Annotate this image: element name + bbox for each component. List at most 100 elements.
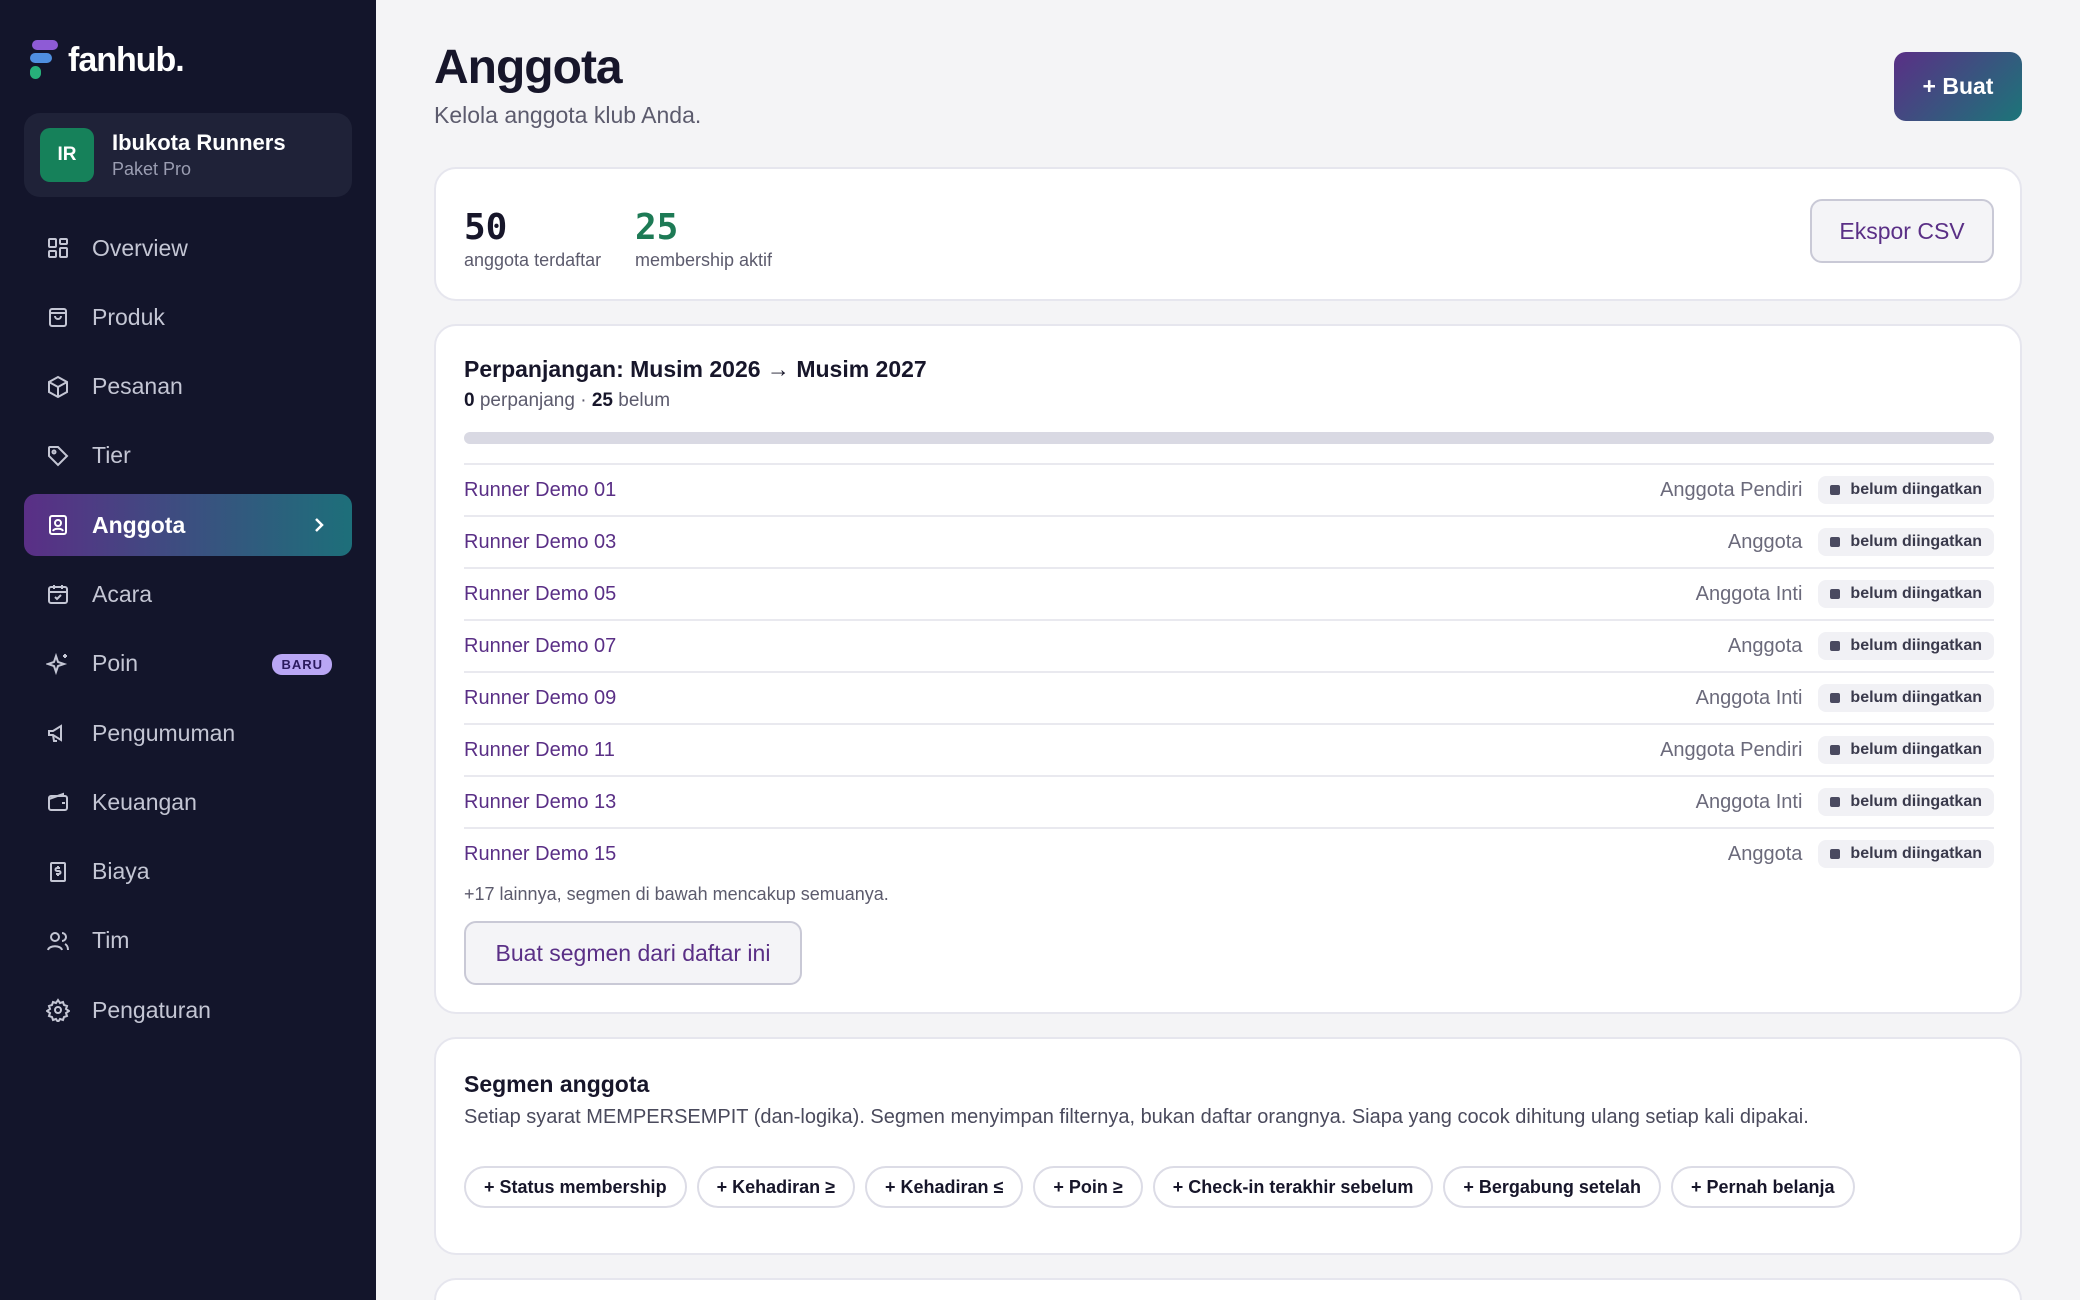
renewed-count: 0 xyxy=(464,390,475,411)
sidebar-item-pesanan[interactable]: Pesanan xyxy=(24,356,352,418)
member-name-link[interactable]: Runner Demo 05 xyxy=(464,583,616,606)
export-csv-button[interactable]: Ekspor CSV xyxy=(1810,199,1994,263)
sidebar-item-label: Acara xyxy=(92,580,153,607)
status-badge: belum diingatkan xyxy=(1818,580,1994,608)
status-dot-icon xyxy=(1830,589,1841,599)
sidebar-item-acara[interactable]: Acara xyxy=(24,563,352,625)
stat-active-label: membership aktif xyxy=(635,250,773,270)
sidebar-item-label: Poin xyxy=(92,650,139,677)
sidebar-item-label: Anggota xyxy=(92,511,186,538)
segments-title: Segmen anggota xyxy=(464,1071,650,1097)
sparkle-icon xyxy=(44,650,72,678)
sidebar-item-biaya[interactable]: Biaya xyxy=(24,841,352,903)
sidebar-item-label: Tim xyxy=(92,927,130,954)
sidebar-item-tier[interactable]: Tier xyxy=(24,425,352,487)
more-members-note: +17 lainnya, segmen di bawah mencakup se… xyxy=(464,884,889,904)
page-subtitle: Kelola anggota klub Anda. xyxy=(434,102,702,128)
page-title: Anggota xyxy=(434,41,623,94)
member-name-link[interactable]: Runner Demo 03 xyxy=(464,531,616,554)
member-name-link[interactable]: Runner Demo 07 xyxy=(464,635,616,658)
status-dot-icon xyxy=(1830,537,1841,547)
list-item: Runner Demo 11 Anggota Pendiri belum diin… xyxy=(464,723,1994,775)
club-name: Ibukota Runners xyxy=(112,130,286,155)
sidebar-item-keuangan[interactable]: Keuangan xyxy=(24,771,352,833)
sidebar-item-label: Pengumuman xyxy=(92,719,236,746)
status-badge: belum diingatkan xyxy=(1818,684,1994,712)
create-segment-button[interactable]: Buat segmen dari daftar ini xyxy=(464,921,802,985)
package-icon xyxy=(44,373,72,401)
renewal-card: Perpanjangan: Musim 2026 → Musim 2027 0 … xyxy=(434,324,2022,1014)
sidebar-item-label: Keuangan xyxy=(92,788,197,815)
sidebar-item-label: Tier xyxy=(92,442,131,469)
create-button[interactable]: + Buat xyxy=(1894,52,2022,121)
member-name-link[interactable]: Runner Demo 09 xyxy=(464,687,616,710)
list-item: Runner Demo 05 Anggota Inti belum diingat… xyxy=(464,567,1994,619)
sidebar-item-overview[interactable]: Overview xyxy=(24,217,352,279)
renewal-list: Runner Demo 01 Anggota Pendiri belum diin… xyxy=(464,463,1994,879)
member-tier: Anggota Pendiri xyxy=(1660,478,1803,501)
sidebar-item-anggota[interactable]: Anggota xyxy=(24,494,352,557)
member-name-link[interactable]: Runner Demo 15 xyxy=(464,843,616,866)
status-badge: belum diingatkan xyxy=(1818,788,1994,816)
brand-logo[interactable]: fanhub. xyxy=(28,38,185,82)
member-tier: Anggota xyxy=(1727,634,1803,657)
sidebar-nav: Overview Produk Pesanan Tier Anggota Aca… xyxy=(24,217,352,1049)
list-item: Runner Demo 15 Anggota belum diingatkan xyxy=(464,827,1994,879)
status-dot-icon xyxy=(1830,693,1841,703)
segments-description: Setiap syarat MEMPERSEMPIT (dan-logika).… xyxy=(464,1106,1809,1128)
receipt-icon xyxy=(44,858,72,886)
filter-chip-attendance-min[interactable]: + Kehadiran ≥ xyxy=(696,1166,855,1208)
brand-name: fanhub. xyxy=(68,40,185,79)
filter-chip-last-checkin[interactable]: + Check-in terakhir sebelum xyxy=(1152,1166,1434,1208)
stat-registered-label: anggota terdaftar xyxy=(464,250,602,270)
status-badge: belum diingatkan xyxy=(1818,632,1994,660)
member-name-link[interactable]: Runner Demo 01 xyxy=(464,479,616,502)
sidebar-item-label: Pesanan xyxy=(92,373,183,400)
club-plan: Paket Pro xyxy=(112,159,192,179)
status-text: belum diingatkan xyxy=(1850,741,1982,758)
pending-label: belum xyxy=(618,390,671,411)
filter-chip-status[interactable]: + Status membership xyxy=(464,1166,687,1208)
filter-chip-attendance-max[interactable]: + Kehadiran ≤ xyxy=(864,1166,1024,1208)
status-badge: belum diingatkan xyxy=(1818,736,1994,764)
sidebar-item-tim[interactable]: Tim xyxy=(24,910,352,972)
status-badge: belum diingatkan xyxy=(1818,840,1994,868)
member-card-icon xyxy=(44,511,72,539)
renewal-title: Perpanjangan: Musim 2026 → Musim 2027 xyxy=(464,356,927,382)
stat-active-value: 25 xyxy=(635,207,679,248)
status-dot-icon xyxy=(1830,641,1841,651)
sidebar: fanhub. IR Ibukota Runners Paket Pro Ove… xyxy=(0,0,376,1300)
member-tier: Anggota Inti xyxy=(1695,686,1803,709)
member-name-link[interactable]: Runner Demo 11 xyxy=(464,739,615,762)
sidebar-item-label: Overview xyxy=(92,234,188,261)
sidebar-item-produk[interactable]: Produk xyxy=(24,286,352,348)
sidebar-item-poin[interactable]: Poin BARU xyxy=(24,633,352,695)
users-icon xyxy=(44,927,72,955)
status-text: belum diingatkan xyxy=(1850,585,1982,602)
member-name-link[interactable]: Runner Demo 13 xyxy=(464,791,616,814)
filter-chip-has-purchased[interactable]: + Pernah belanja xyxy=(1670,1166,1855,1208)
renewal-summary: 0 perpanjang · 25 belum xyxy=(464,390,670,412)
sidebar-item-pengumuman[interactable]: Pengumuman xyxy=(24,702,352,764)
chevron-right-icon xyxy=(308,512,330,544)
filter-chip-joined-after[interactable]: + Bergabung setelah xyxy=(1443,1166,1661,1208)
megaphone-icon xyxy=(44,719,72,747)
status-badge: belum diingatkan xyxy=(1818,476,1994,504)
segment-filter-chips: + Status membership + Kehadiran ≥ + Keha… xyxy=(464,1166,1855,1208)
sidebar-item-label: Produk xyxy=(92,303,165,330)
status-text: belum diingatkan xyxy=(1850,793,1982,810)
list-item: Runner Demo 07 Anggota belum diingatkan xyxy=(464,619,1994,671)
sidebar-item-label: Biaya xyxy=(92,858,150,885)
member-tier: Anggota xyxy=(1727,842,1803,865)
sidebar-item-pengaturan[interactable]: Pengaturan xyxy=(24,979,352,1041)
club-switcher[interactable]: IR Ibukota Runners Paket Pro xyxy=(24,113,352,197)
next-card xyxy=(434,1278,2022,1300)
stat-registered-value: 50 xyxy=(464,207,508,248)
status-dot-icon xyxy=(1830,797,1841,807)
status-badge: belum diingatkan xyxy=(1818,528,1994,556)
fanhub-logo-icon xyxy=(28,38,60,82)
wallet-icon xyxy=(44,788,72,816)
filter-chip-points-min[interactable]: + Poin ≥ xyxy=(1033,1166,1143,1208)
member-tier: Anggota Inti xyxy=(1695,790,1803,813)
tag-icon xyxy=(44,442,72,470)
